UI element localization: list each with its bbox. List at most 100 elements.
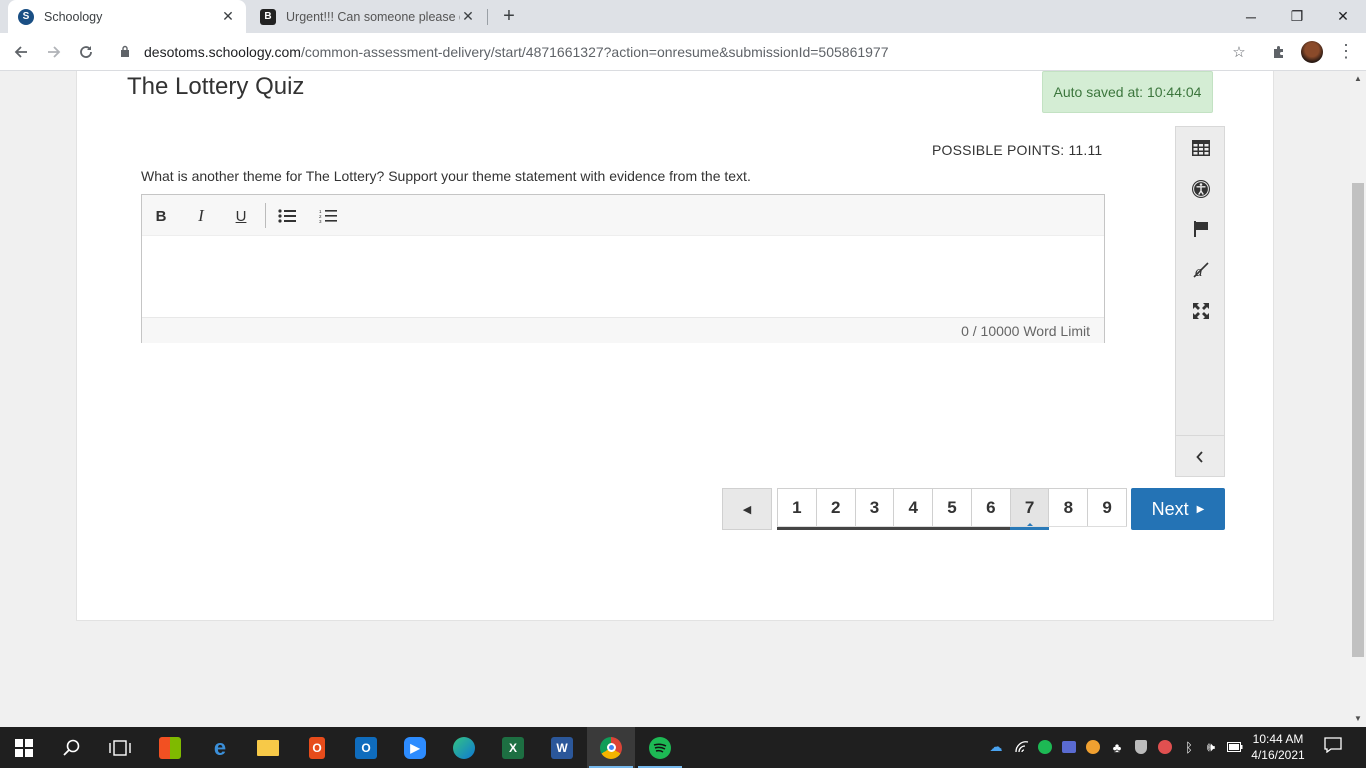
windows-logo-icon [15,738,33,757]
tools-panel: a [1175,126,1225,477]
brainly-icon: B [260,8,276,25]
windows-taskbar: e O O ▶ X W ☁ ♣ ᛒ 🕪 10:44 AM 4/16/2021 [0,727,1366,768]
page-viewport: The Lottery Quiz Auto saved at: 10:44:04… [0,71,1350,727]
underline-icon[interactable]: U [230,205,252,227]
spotify-app[interactable] [636,727,684,768]
question-pagination: 1 2 3 4 5 6 7 8 9 [777,488,1127,530]
triangle-right-icon: ▶ [1196,503,1205,515]
word-limit: / 10000 Word Limit [972,323,1090,339]
search-button[interactable] [48,727,96,768]
next-button[interactable]: Next ▶ [1131,488,1225,530]
italic-icon[interactable]: I [190,205,212,227]
scroll-up-arrow-icon[interactable]: ▲ [1350,71,1366,87]
tab-title: Urgent!!! Can someone please gi [286,9,460,24]
schoology-icon: S [18,8,34,25]
back-button[interactable] [9,40,33,64]
onedrive-icon[interactable]: ☁ [987,738,1005,756]
edge-legacy-app[interactable]: e [196,727,244,768]
edge-legacy-icon: e [213,734,227,760]
accessibility-icon[interactable] [1189,177,1213,201]
zoom-app[interactable]: ▶ [391,727,439,768]
bluetooth-icon[interactable]: ᛒ [1180,738,1198,756]
scroll-thumb[interactable] [1352,183,1364,657]
task-view-button[interactable] [96,727,144,768]
address-bar[interactable]: desotoms.schoology.com/common-assessment… [108,37,1258,67]
page-button-1[interactable]: 1 [778,489,817,527]
word-icon: W [551,736,573,759]
close-tab-icon[interactable]: ✕ [220,8,236,25]
task-view-icon [109,739,131,756]
microsoft-store-app[interactable] [146,727,194,768]
page-title: The Lottery Quiz [127,73,305,100]
new-tab-button[interactable]: + [498,5,520,27]
scroll-down-arrow-icon[interactable]: ▼ [1350,711,1366,727]
close-window-button[interactable]: ✕ [1320,0,1366,33]
url-host: desotoms.schoology.com [144,44,301,60]
extensions-icon[interactable] [1269,42,1289,62]
numbered-list-icon[interactable]: 123 [317,205,339,227]
url-path: /common-assessment-delivery/start/487166… [300,44,889,60]
flag-icon[interactable] [1189,217,1213,241]
page-button-9[interactable]: 9 [1088,489,1127,527]
eliminate-icon[interactable]: a [1189,258,1213,282]
reload-button[interactable] [74,40,98,64]
tab-title: Schoology [44,9,103,24]
page-button-6[interactable]: 6 [971,489,1011,527]
answer-editor: B I U 123 0 / 10000 Word Limit [141,194,1105,343]
battery-icon[interactable] [1226,738,1244,756]
edge-app[interactable] [440,727,488,768]
question-text: What is another theme for The Lottery? S… [141,168,751,184]
page-scrollbar[interactable]: ▲ ▼ [1350,71,1366,727]
page-button-8[interactable]: 8 [1049,489,1089,527]
page-button-4[interactable]: 4 [894,489,934,527]
calculator-icon[interactable] [1189,136,1213,160]
bold-icon[interactable]: B [150,205,172,227]
chevron-left-icon [1196,450,1203,463]
volume-icon[interactable]: 🕪 [1202,738,1220,756]
browser-toolbar: desotoms.schoology.com/common-assessment… [0,33,1366,71]
page-button-2[interactable]: 2 [816,489,856,527]
tab-schoology[interactable]: S Schoology ✕ [8,0,246,33]
page-button-5[interactable]: 5 [933,489,972,527]
tab-brainly[interactable]: B Urgent!!! Can someone please gi ✕ [250,0,486,33]
office-icon: O [309,736,325,759]
minimize-button[interactable]: ─ [1228,0,1274,33]
fullscreen-icon[interactable] [1189,299,1213,323]
team-tray-icon[interactable] [1060,738,1078,756]
outlook-app[interactable]: O [342,727,390,768]
profile-avatar[interactable] [1301,41,1323,63]
tab-separator [487,9,488,25]
page-button-7-current[interactable]: 7 [1010,489,1050,528]
clock-time: 10:44 AM [1252,732,1304,746]
file-explorer-app[interactable] [244,727,292,768]
toolbar-divider [265,203,266,228]
word-app[interactable]: W [538,727,586,768]
settings-tray-icon[interactable] [1156,738,1174,756]
answer-text-area[interactable] [142,236,1104,317]
chrome-app[interactable] [587,727,635,768]
app-tray-icon[interactable] [1084,738,1102,756]
browser-menu-icon[interactable]: ⋮ [1336,41,1356,63]
close-tab-icon[interactable]: ✕ [460,8,476,25]
previous-question-button[interactable]: ◀ [722,488,772,530]
excel-app[interactable]: X [489,727,537,768]
folder-icon [257,739,279,756]
start-button[interactable] [0,727,48,768]
notifications-icon[interactable] [1322,737,1344,759]
back-arrow-icon [14,46,27,58]
restore-button[interactable]: ❐ [1274,0,1320,33]
collapse-panel-button[interactable] [1176,435,1224,477]
wifi-icon[interactable] [1013,738,1031,756]
forward-button[interactable] [42,40,66,64]
spotify-tray-icon[interactable] [1036,738,1054,756]
zoom-icon: ▶ [404,736,426,759]
bulleted-list-icon[interactable] [276,205,298,227]
bookmark-star-icon[interactable]: ☆ [1229,42,1249,62]
lock-icon [120,45,134,60]
security-tray-icon[interactable] [1132,738,1150,756]
office-app[interactable]: O [293,727,341,768]
network-tray-icon[interactable]: ♣ [1108,738,1126,756]
outlook-icon: O [355,736,377,759]
page-button-3[interactable]: 3 [855,489,895,527]
system-clock[interactable]: 10:44 AM 4/16/2021 [1248,731,1308,763]
